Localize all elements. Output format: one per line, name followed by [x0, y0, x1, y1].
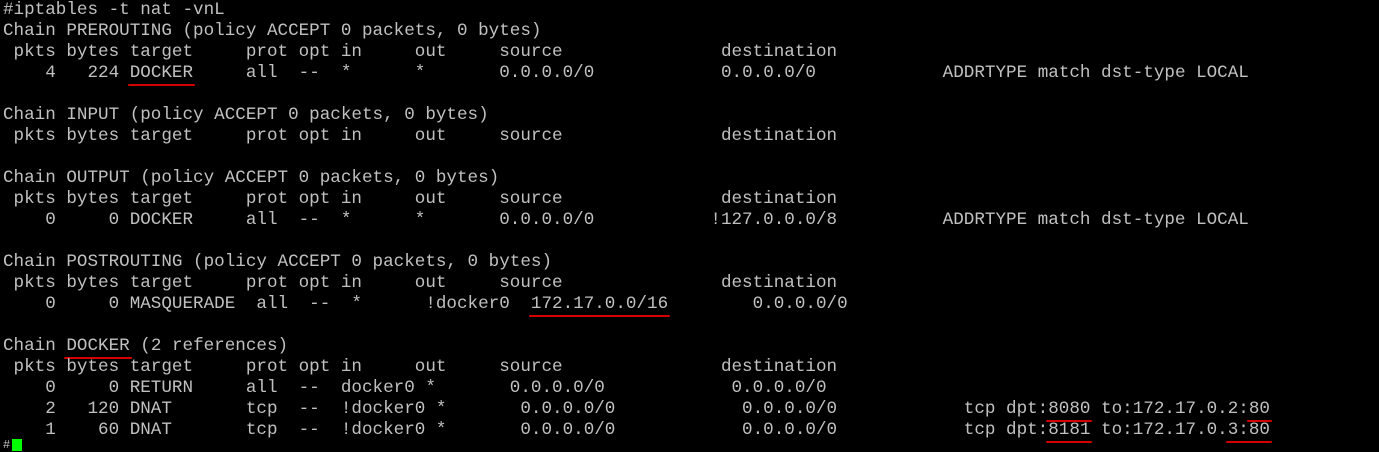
rule-text: 0.0.0.0/0: [668, 294, 848, 314]
chain-title-postrouting: Chain POSTROUTING (policy ACCEPT 0 packe…: [3, 252, 552, 273]
rule-text: to:172.17.0.: [1090, 420, 1228, 440]
rule-row: 0 0 RETURN all -- docker0 * 0.0.0.0/0 0.…: [3, 378, 827, 399]
chain-title-prerouting: Chain PREROUTING (policy ACCEPT 0 packet…: [3, 21, 541, 42]
terminal-window[interactable]: #iptables -t nat -vnL Chain PREROUTING (…: [3, 0, 1379, 451]
column-header: pkts bytes target prot opt in out source…: [3, 42, 838, 63]
rule-row: 0 0 DOCKER all -- * * 0.0.0.0/0 !127.0.0…: [3, 210, 1249, 231]
chain-title-text: (2 references): [129, 336, 289, 356]
chain-title-docker: Chain DOCKER (2 references): [3, 336, 289, 359]
prompt-symbol: #: [3, 438, 11, 452]
rule-text: 2 120 DNAT tcp -- !docker0 * 0.0.0.0/0 0…: [3, 399, 1049, 419]
underlined-chain-name: DOCKER: [64, 336, 133, 359]
rule-text: 1 60 DNAT tcp -- !docker0 * 0.0.0.0/0 0.…: [3, 420, 1049, 440]
column-header: pkts bytes target prot opt in out source…: [3, 273, 838, 294]
column-header: pkts bytes target prot opt in out source…: [3, 189, 838, 210]
column-header-text: pkts bytes target prot opt in out source…: [3, 273, 838, 293]
chain-title-text: Chain POSTROUTING (policy ACCEPT 0 packe…: [3, 252, 553, 272]
command-line: #iptables -t nat -vnL: [3, 0, 225, 21]
command-text: #iptables -t nat -vnL: [3, 0, 225, 20]
column-header-text: pkts bytes target prot opt in out source…: [3, 357, 838, 377]
rule-text: 4 224: [3, 63, 130, 83]
chain-title-text: Chain PREROUTING (policy ACCEPT 0 packet…: [3, 21, 542, 41]
underlined-port: 8080: [1046, 399, 1093, 422]
underlined-source: 172.17.0.0/16: [528, 294, 671, 317]
chain-title-text: Chain: [3, 336, 67, 356]
rule-text: 0 0 MASQUERADE all -- * !docker0: [3, 294, 531, 314]
rule-text: 0 0 RETURN all -- docker0 * 0.0.0.0/0 0.…: [3, 378, 827, 398]
underlined-port: 80: [1246, 399, 1273, 422]
rule-text: to:172.17.0.2:: [1090, 399, 1249, 419]
chain-title-output: Chain OUTPUT (policy ACCEPT 0 packets, 0…: [3, 168, 499, 189]
rule-row: 4 224 DOCKER all -- * * 0.0.0.0/0 0.0.0.…: [3, 63, 1249, 86]
chain-title-input: Chain INPUT (policy ACCEPT 0 packets, 0 …: [3, 105, 489, 126]
column-header-text: pkts bytes target prot opt in out source…: [3, 189, 838, 209]
cursor-block: [12, 439, 23, 451]
underlined-port: 3:80: [1225, 420, 1273, 443]
chain-title-text: Chain OUTPUT (policy ACCEPT 0 packets, 0…: [3, 168, 500, 188]
rule-text: all -- * * 0.0.0.0/0 0.0.0.0/0 ADDRTYPE …: [193, 63, 1249, 83]
rule-row: 1 60 DNAT tcp -- !docker0 * 0.0.0.0/0 0.…: [3, 420, 1273, 443]
column-header: pkts bytes target prot opt in out source…: [3, 357, 838, 378]
underlined-target: DOCKER: [127, 63, 196, 86]
underlined-port: 8181: [1046, 420, 1093, 443]
rule-row: 0 0 MASQUERADE all -- * !docker0 172.17.…: [3, 294, 848, 317]
column-header-text: pkts bytes target prot opt in out source…: [3, 42, 838, 62]
rule-row: 2 120 DNAT tcp -- !docker0 * 0.0.0.0/0 0…: [3, 399, 1273, 422]
column-header-text: pkts bytes target prot opt in out source…: [3, 126, 838, 146]
column-header: pkts bytes target prot opt in out source…: [3, 126, 838, 147]
chain-title-text: Chain INPUT (policy ACCEPT 0 packets, 0 …: [3, 105, 489, 125]
rule-text: 0 0 DOCKER all -- * * 0.0.0.0/0 !127.0.0…: [3, 210, 1249, 230]
prompt-line[interactable]: #: [3, 438, 23, 452]
